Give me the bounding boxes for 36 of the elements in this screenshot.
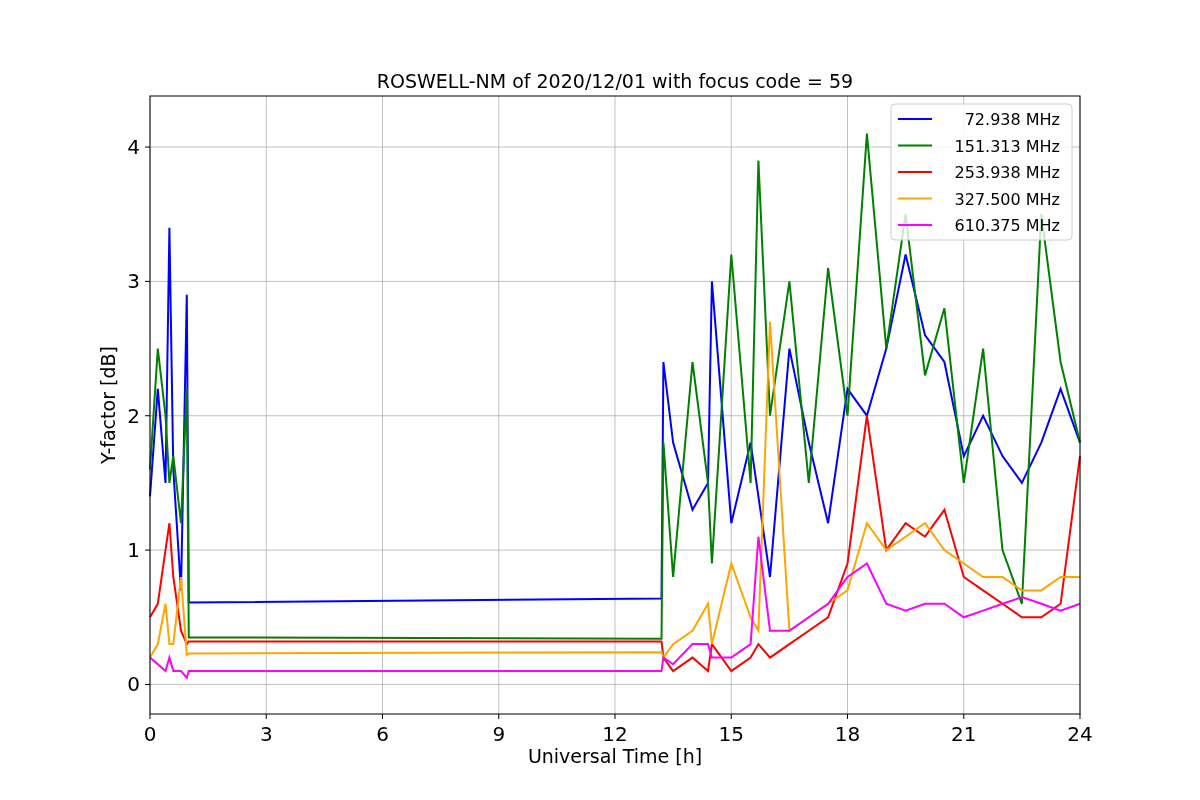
tick-label: 3 xyxy=(127,269,140,294)
tick-mark xyxy=(265,713,267,720)
tick-label: 21 xyxy=(951,722,977,746)
tick-label: 15 xyxy=(718,722,744,746)
tick-label: 12 xyxy=(602,722,628,746)
tick-mark xyxy=(149,713,151,720)
tick-mark xyxy=(144,683,151,685)
tick-label: 24 xyxy=(1067,722,1093,746)
tick-mark xyxy=(144,415,151,417)
tick-mark xyxy=(614,713,616,720)
legend-label: 72.938 MHz xyxy=(964,110,1060,129)
legend-label: 327.500 MHz xyxy=(954,189,1060,209)
tick-mark xyxy=(847,713,848,720)
tick-mark xyxy=(498,713,500,720)
axis-label: Universal Time [h] xyxy=(527,745,703,767)
legend-label: 253.938 MHz xyxy=(954,163,1060,182)
tick-mark xyxy=(382,713,383,720)
tick-label: 9 xyxy=(492,722,506,746)
tick-label: 18 xyxy=(834,722,861,746)
tick-label: 4 xyxy=(127,135,140,160)
tick-mark xyxy=(144,146,151,148)
axis-label: Y-factor [dB] xyxy=(97,346,119,464)
tick-label: 0 xyxy=(143,722,157,746)
tick-label: 6 xyxy=(376,722,389,746)
tick-mark xyxy=(144,549,151,551)
tick-mark xyxy=(1079,713,1081,720)
tick-label: 3 xyxy=(259,722,273,746)
tick-mark xyxy=(730,713,732,720)
tick-mark xyxy=(963,713,965,720)
tick-label: 1 xyxy=(127,538,140,563)
chart-title: ROSWELL-NM of 2020/12/01 with focus code = 59 xyxy=(376,70,854,92)
legend-label: 610.375 MHz xyxy=(954,216,1060,235)
tick-mark xyxy=(144,280,151,282)
legend-label: 151.313 MHz xyxy=(954,136,1060,156)
tick-label: 2 xyxy=(127,403,140,428)
tick-label: 0 xyxy=(127,672,140,697)
